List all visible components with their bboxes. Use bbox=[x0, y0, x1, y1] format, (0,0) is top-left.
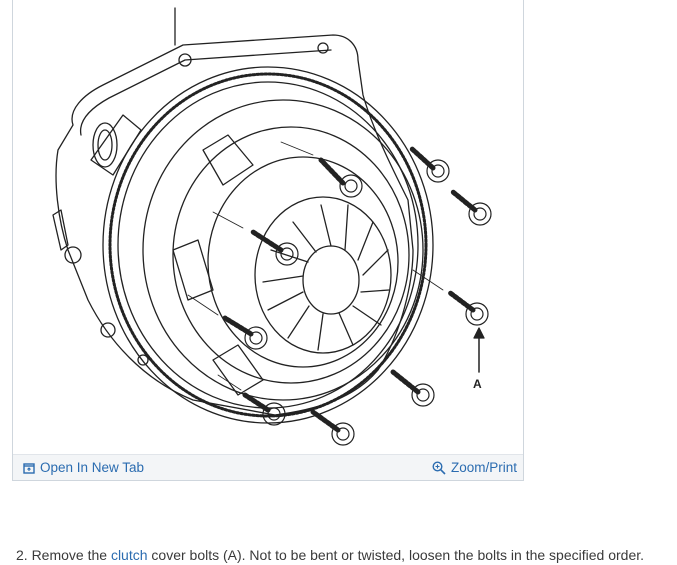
clutch-cover-inner bbox=[207, 156, 399, 368]
figure-toolbar: Open In New Tab Zoom/Print bbox=[13, 454, 523, 480]
ring-gear-teeth bbox=[108, 72, 428, 418]
step-text-prefix: 2. Remove the bbox=[16, 547, 111, 563]
bolt bbox=[408, 145, 450, 183]
step-instruction: 2. Remove the clutch cover bolts (A). No… bbox=[16, 546, 666, 564]
bolt bbox=[250, 229, 299, 266]
figure-card: A Open In New Tab Zoom/Print bbox=[12, 0, 524, 481]
callout-arrowhead bbox=[473, 327, 485, 339]
bolt bbox=[446, 289, 489, 326]
housing-hole bbox=[64, 246, 82, 264]
bolt bbox=[450, 189, 492, 226]
zoom-print-link[interactable]: Zoom/Print bbox=[432, 460, 517, 475]
zoom-print-label: Zoom/Print bbox=[450, 460, 517, 475]
step-text-rest: cover bolts (A). Not to be bent or twist… bbox=[147, 547, 645, 563]
bolt-set bbox=[222, 145, 492, 446]
housing-hole bbox=[317, 42, 329, 54]
clutch-diagram: A bbox=[52, 7, 492, 446]
open-new-tab-icon bbox=[23, 462, 35, 474]
bolt bbox=[390, 369, 435, 407]
zoom-in-icon bbox=[432, 460, 446, 475]
cover-strap bbox=[172, 239, 214, 301]
bolt bbox=[222, 315, 268, 350]
callout-label: A bbox=[473, 377, 482, 391]
diaphragm-fingers bbox=[254, 196, 392, 354]
flywheel-outer bbox=[102, 66, 434, 424]
clutch-link[interactable]: clutch bbox=[111, 547, 148, 563]
cover-strap bbox=[202, 134, 254, 186]
open-in-new-tab-label: Open In New Tab bbox=[40, 460, 145, 475]
housing-hole bbox=[100, 322, 116, 338]
open-in-new-tab-link[interactable]: Open In New Tab bbox=[23, 460, 144, 475]
bolt bbox=[310, 409, 355, 446]
